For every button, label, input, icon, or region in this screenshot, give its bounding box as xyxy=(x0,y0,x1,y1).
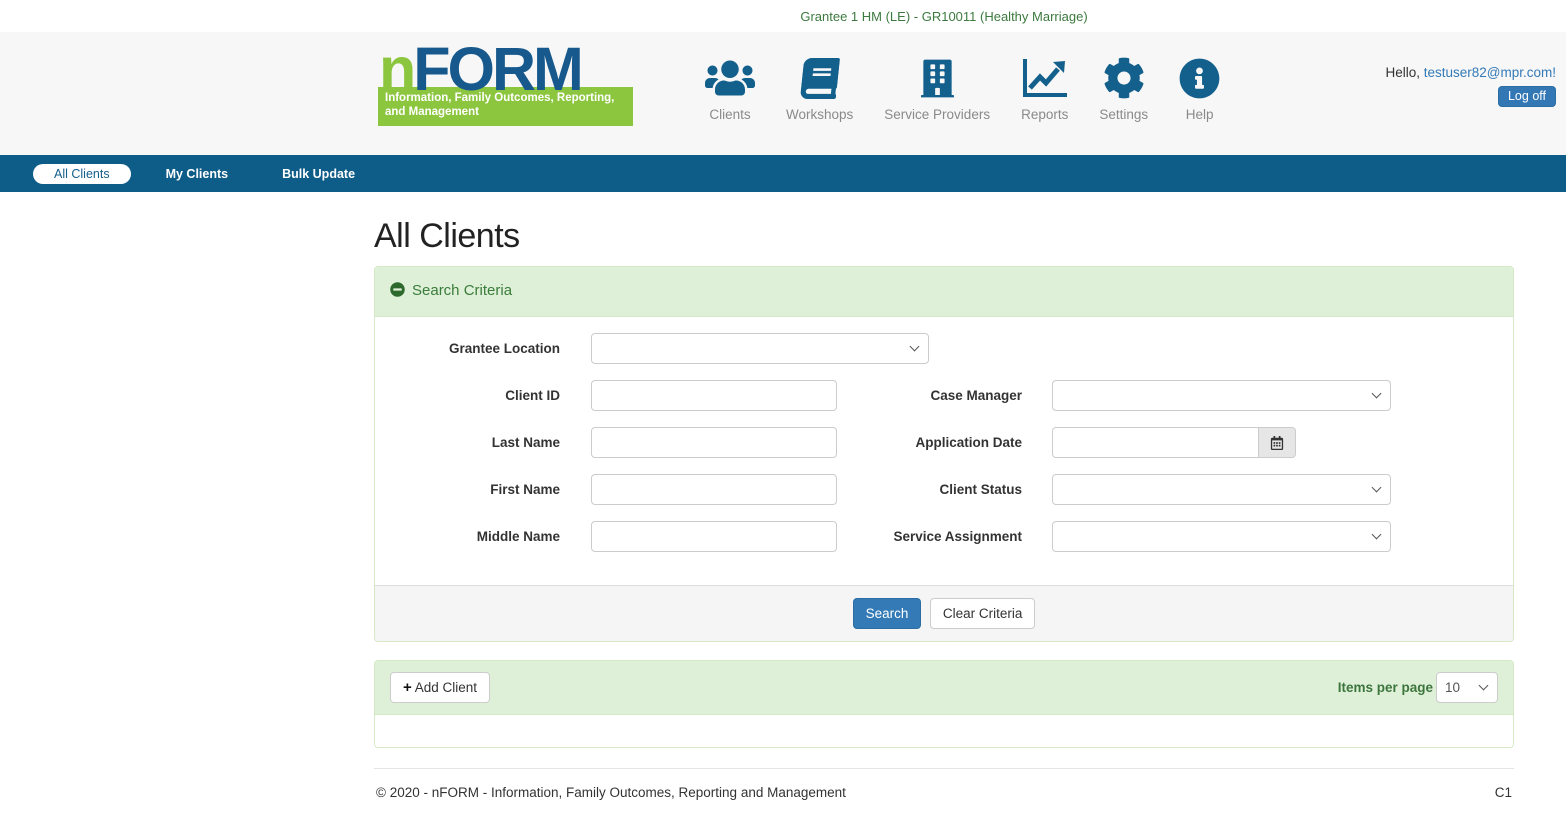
form-row-first-name: First Name Client Status xyxy=(375,474,1513,505)
tab-my-clients[interactable]: My Clients xyxy=(166,167,229,181)
logo-n: n xyxy=(379,35,413,103)
nav-item-reports[interactable]: Reports xyxy=(1021,56,1068,122)
calendar-button[interactable] xyxy=(1258,427,1296,458)
search-criteria-panel: Search Criteria Grantee Location Client … xyxy=(374,266,1514,642)
greeting-prefix: Hello, xyxy=(1385,65,1423,80)
middle-name-label: Middle Name xyxy=(477,529,560,544)
main-nav: Clients Workshops Service Providers Repo… xyxy=(705,56,1220,122)
minus-circle-icon[interactable] xyxy=(390,282,405,301)
service-assignment-select-wrap xyxy=(1052,521,1391,552)
client-status-select[interactable] xyxy=(1052,474,1391,505)
nav-label-help: Help xyxy=(1186,107,1214,122)
info-circle-icon xyxy=(1179,56,1220,100)
case-manager-label: Case Manager xyxy=(930,388,1022,403)
nav-item-workshops[interactable]: Workshops xyxy=(786,56,853,122)
chart-line-icon xyxy=(1022,56,1068,100)
add-client-label: Add Client xyxy=(415,680,477,695)
last-name-input[interactable] xyxy=(591,427,837,458)
first-name-input[interactable] xyxy=(591,474,837,505)
users-icon xyxy=(705,56,755,100)
form-row-client-id: Client ID Case Manager xyxy=(375,380,1513,411)
first-name-label: First Name xyxy=(490,482,560,497)
search-criteria-title: Search Criteria xyxy=(412,282,512,299)
application-date-group xyxy=(1052,427,1296,458)
gear-icon xyxy=(1103,56,1145,100)
user-email-link[interactable]: testuser82@mpr.com! xyxy=(1424,65,1556,80)
search-criteria-body: Grantee Location Client ID Case Manager … xyxy=(375,317,1513,585)
items-per-page: Items per page 10 xyxy=(1338,672,1498,703)
logo-form: FORM xyxy=(413,35,581,103)
items-per-page-select-wrap: 10 xyxy=(1436,672,1498,703)
book-icon xyxy=(802,56,838,100)
nav-label-settings: Settings xyxy=(1099,107,1148,122)
grantee-label: Grantee 1 HM (LE) - GR10011 (Healthy Mar… xyxy=(374,0,1514,34)
nav-label-workshops: Workshops xyxy=(786,107,853,122)
grantee-location-label: Grantee Location xyxy=(449,341,560,356)
nav-label-service-providers: Service Providers xyxy=(884,107,990,122)
client-id-label: Client ID xyxy=(505,388,560,403)
nav-label-clients: Clients xyxy=(709,107,750,122)
greeting: Hello, testuser82@mpr.com! xyxy=(1385,65,1556,80)
grantee-location-select[interactable] xyxy=(591,333,929,364)
items-per-page-label: Items per page xyxy=(1338,680,1433,695)
clear-criteria-button[interactable]: Clear Criteria xyxy=(930,598,1036,629)
form-row-middle-name: Middle Name Service Assignment xyxy=(375,521,1513,552)
search-actions: Search Clear Criteria xyxy=(375,585,1513,641)
last-name-label: Last Name xyxy=(492,435,560,450)
form-row-grantee-location: Grantee Location xyxy=(375,333,1513,364)
copyright-text: © 2020 - nFORM - Information, Family Out… xyxy=(376,785,846,800)
search-criteria-header: Search Criteria xyxy=(375,267,1513,317)
log-off-button[interactable]: Log off xyxy=(1498,86,1556,107)
service-assignment-select[interactable] xyxy=(1052,521,1391,552)
page-title: All Clients xyxy=(374,217,1514,256)
nform-logo-text: nFORM xyxy=(378,44,633,94)
user-block: Hello, testuser82@mpr.com! Log off xyxy=(1385,65,1556,107)
application-date-label: Application Date xyxy=(915,435,1022,450)
nform-logo[interactable]: nFORM Information, Family Outcomes, Repo… xyxy=(378,44,633,126)
middle-name-input[interactable] xyxy=(591,521,837,552)
page-footer: © 2020 - nFORM - Information, Family Out… xyxy=(374,769,1514,800)
case-manager-select-wrap xyxy=(1052,380,1391,411)
results-header: +Add Client Items per page 10 xyxy=(375,661,1513,715)
building-icon xyxy=(921,56,954,100)
client-status-select-wrap xyxy=(1052,474,1391,505)
application-date-input[interactable] xyxy=(1052,427,1259,458)
calendar-icon xyxy=(1270,436,1284,450)
client-status-label: Client Status xyxy=(939,482,1022,497)
page-code: C1 xyxy=(1495,785,1512,800)
search-button[interactable]: Search xyxy=(853,598,922,629)
results-panel: +Add Client Items per page 10 xyxy=(374,660,1514,748)
nav-label-reports: Reports xyxy=(1021,107,1068,122)
app-header: nFORM Information, Family Outcomes, Repo… xyxy=(0,32,1566,155)
nav-item-settings[interactable]: Settings xyxy=(1099,56,1148,122)
client-id-input[interactable] xyxy=(591,380,837,411)
tab-bulk-update[interactable]: Bulk Update xyxy=(282,167,355,181)
grantee-strip: Grantee 1 HM (LE) - GR10011 (Healthy Mar… xyxy=(0,0,1566,32)
grantee-location-select-wrap xyxy=(591,333,929,364)
nav-item-help[interactable]: Help xyxy=(1179,56,1220,122)
form-row-last-name: Last Name Application Date xyxy=(375,427,1513,458)
main-container: All Clients Search Criteria Grantee Loca… xyxy=(374,217,1514,800)
add-client-button[interactable]: +Add Client xyxy=(390,672,490,703)
items-per-page-select[interactable]: 10 xyxy=(1436,672,1498,703)
clients-tab-bar: All Clients My Clients Bulk Update xyxy=(0,155,1566,192)
nav-item-service-providers[interactable]: Service Providers xyxy=(884,56,990,122)
nav-item-clients[interactable]: Clients xyxy=(705,56,755,122)
tab-all-clients[interactable]: All Clients xyxy=(33,164,131,184)
results-body-empty xyxy=(375,715,1513,747)
service-assignment-label: Service Assignment xyxy=(893,529,1022,544)
case-manager-select[interactable] xyxy=(1052,380,1391,411)
plus-icon: + xyxy=(403,679,412,696)
